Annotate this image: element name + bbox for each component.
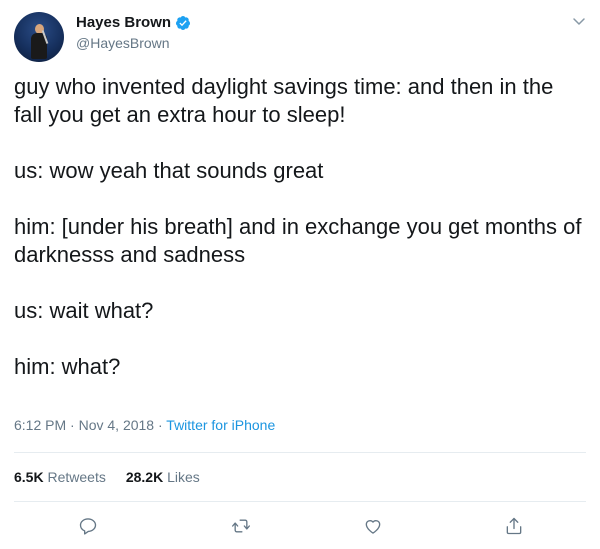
retweets-stat[interactable]: 6.5K Retweets [14, 469, 106, 485]
author-display-name[interactable]: Hayes Brown [76, 14, 171, 31]
likes-stat[interactable]: 28.2K Likes [126, 469, 200, 485]
meta-separator: · [70, 417, 75, 433]
tweet-paragraph: him: what? [14, 354, 121, 379]
retweet-button[interactable] [227, 512, 255, 540]
author-handle[interactable]: @HayesBrown [76, 35, 170, 51]
retweets-label: Retweets [47, 469, 106, 485]
likes-count: 28.2K [125, 469, 164, 485]
engagement-stats: 6.5K Retweets 28.2K Likes [14, 469, 200, 485]
retweets-count: 6.5K [14, 469, 44, 485]
tweet-source-link[interactable]: Twitter for iPhone [166, 417, 275, 433]
tweet-paragraph: him: [under his breath] and in exchange … [14, 214, 582, 267]
tweet-paragraph: us: wow yeah that sounds great [14, 158, 324, 183]
tweet-paragraph: us: wait what? [14, 298, 154, 323]
tweet-text: guy who invented daylight savings time: … [14, 73, 586, 381]
tweet-time[interactable]: 6:12 PM [14, 417, 66, 433]
reply-button[interactable] [74, 512, 102, 540]
divider [14, 501, 586, 502]
meta-separator: · [157, 417, 163, 433]
share-button[interactable] [500, 512, 528, 540]
chevron-down-icon[interactable] [572, 14, 586, 25]
like-icon [365, 520, 381, 534]
avatar[interactable] [14, 12, 64, 62]
like-button[interactable] [359, 512, 387, 540]
author-name-row[interactable]: Hayes Brown [76, 14, 191, 31]
retweet-icon [232, 519, 250, 533]
verified-badge-icon [175, 15, 191, 31]
share-icon [506, 517, 522, 535]
tweet-metadata: 6:12 PM · Nov 4, 2018 · Twitter for iPho… [14, 417, 275, 433]
tweet-paragraph: guy who invented daylight savings time: … [14, 74, 554, 127]
divider [14, 452, 586, 453]
likes-label: Likes [167, 469, 200, 485]
tweet-date[interactable]: Nov 4, 2018 [79, 417, 155, 433]
reply-icon [79, 518, 97, 535]
action-bar [0, 508, 600, 544]
